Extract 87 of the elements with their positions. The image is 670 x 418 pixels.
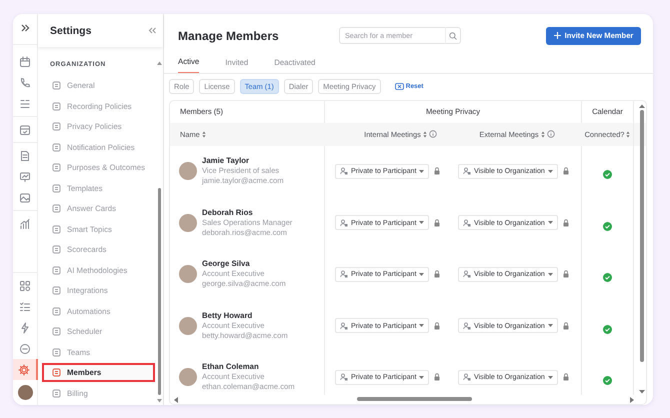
document-icon <box>19 150 31 162</box>
page-icon <box>52 204 61 213</box>
lock-icon <box>562 322 569 330</box>
down-arrow-icon <box>639 390 645 394</box>
caret-icon <box>548 324 553 328</box>
clear-icon <box>394 82 404 90</box>
page-icon <box>52 266 61 274</box>
page-icon <box>52 102 61 110</box>
sidebar-title: Settings <box>50 24 92 36</box>
people-icon <box>463 270 471 278</box>
lock-icon <box>434 270 440 278</box>
presentation-icon <box>19 170 31 182</box>
checklist-icon <box>19 300 31 312</box>
image-icon <box>19 192 31 204</box>
grid-icon <box>19 280 31 292</box>
people-icon <box>340 218 348 227</box>
caret-icon <box>548 170 553 173</box>
calendar-icon <box>19 56 31 68</box>
avatar <box>179 214 197 232</box>
people-icon <box>340 322 348 330</box>
lock-icon <box>562 373 569 382</box>
plus-icon <box>554 32 561 40</box>
page-title: Manage Members <box>178 28 280 43</box>
caret-icon <box>419 170 424 173</box>
page-icon <box>52 245 61 254</box>
people-icon <box>340 167 348 176</box>
lock-icon <box>434 218 440 227</box>
right-arrow-icon <box>630 396 634 402</box>
up-arrow-icon <box>157 61 162 65</box>
lock-icon <box>434 167 440 176</box>
lock-icon <box>562 218 569 227</box>
page-icon <box>52 224 61 234</box>
page-icon <box>52 122 61 131</box>
caret-icon <box>548 221 553 224</box>
page-icon <box>52 81 61 90</box>
people-icon <box>340 373 348 382</box>
lock-icon <box>562 270 569 278</box>
people-icon <box>340 270 348 278</box>
bar-chart-icon <box>19 218 31 230</box>
page-icon <box>52 348 61 356</box>
lock-icon <box>434 373 440 382</box>
people-icon <box>463 218 471 227</box>
caret-icon <box>419 272 424 276</box>
rail-button[interactable] <box>13 359 38 380</box>
sort-icon[interactable] <box>422 130 427 138</box>
search-button[interactable] <box>445 27 461 44</box>
caret-icon <box>548 376 553 379</box>
avatar <box>179 162 197 180</box>
settings-icon <box>18 364 30 376</box>
people-icon <box>463 373 471 382</box>
page-icon <box>52 388 61 398</box>
sort-icon[interactable] <box>626 130 630 138</box>
avatar <box>179 368 197 386</box>
page-icon <box>52 142 61 152</box>
expand-icon[interactable] <box>19 22 31 34</box>
sort-icon[interactable] <box>202 130 206 138</box>
page-icon <box>52 184 61 192</box>
page-icon <box>52 368 61 377</box>
lightning-icon <box>19 322 31 334</box>
scrollbar[interactable] <box>170 395 646 404</box>
page-icon <box>52 163 61 172</box>
caret-icon <box>548 272 553 276</box>
collapse-icon[interactable] <box>148 26 157 35</box>
lock-icon <box>562 167 569 176</box>
page-icon <box>52 286 61 295</box>
people-icon <box>463 167 471 176</box>
down-arrow-icon <box>157 399 162 403</box>
list-icon <box>19 98 31 110</box>
lock-icon <box>434 322 440 330</box>
caret-icon <box>419 221 424 224</box>
left-arrow-icon <box>174 396 178 402</box>
search-icon <box>449 32 457 40</box>
sort-icon[interactable] <box>540 130 545 138</box>
page-icon <box>52 327 61 336</box>
avatar <box>179 316 197 335</box>
avatar[interactable] <box>18 385 32 400</box>
caret-icon <box>419 376 424 379</box>
up-arrow-icon <box>639 104 645 108</box>
people-icon <box>463 322 471 330</box>
minus-circle-icon <box>19 342 31 354</box>
avatar <box>179 265 197 284</box>
phone-icon <box>19 76 31 88</box>
caret-icon <box>419 324 424 328</box>
info-icon <box>546 130 555 138</box>
page-icon <box>52 306 61 316</box>
info-icon <box>428 130 437 138</box>
calendar-check-icon <box>19 124 31 136</box>
